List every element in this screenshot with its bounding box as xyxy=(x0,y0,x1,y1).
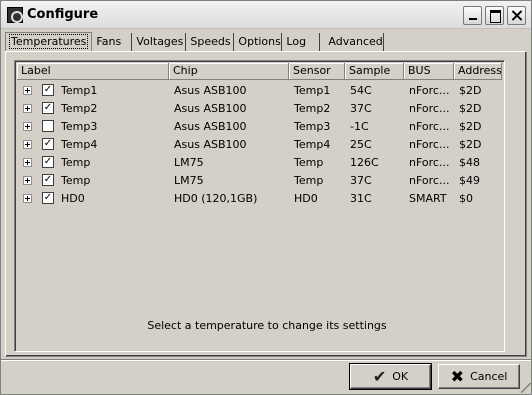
cell-sensor: Temp xyxy=(294,155,324,169)
cell-label: Temp3 xyxy=(61,119,98,133)
column-header-bus[interactable]: BUS xyxy=(404,63,454,80)
cross-icon: ✖ xyxy=(450,366,465,386)
table-row[interactable]: ✓ HD0 HD0 (120,1GB) HD0 31C SMART $0 xyxy=(17,189,504,207)
close-button[interactable] xyxy=(507,6,526,25)
cell-label: Temp4 xyxy=(61,137,98,151)
maximize-button[interactable] xyxy=(485,6,504,25)
cell-chip: Asus ASB100 xyxy=(174,137,247,151)
cell-sample: 25C xyxy=(350,137,372,151)
window-title: Configure xyxy=(27,7,99,22)
table-row[interactable]: ✓ Temp2 Asus ASB100 Temp2 37C nForc... $2D xyxy=(17,99,504,117)
divider xyxy=(1,359,531,360)
enable-checkbox[interactable]: ✓ xyxy=(42,84,54,96)
tab-strip: Temperatures Fans Voltages Speeds Option… xyxy=(5,31,385,52)
expand-icon[interactable] xyxy=(23,158,32,167)
hint-text: Select a temperature to change its setti… xyxy=(147,319,387,332)
cell-chip: Asus ASB100 xyxy=(174,119,247,133)
cell-sensor: Temp4 xyxy=(294,137,331,151)
cell-bus: nForc... xyxy=(409,137,450,151)
tab-temperatures[interactable]: Temperatures xyxy=(5,32,93,52)
enable-checkbox[interactable]: ✓ xyxy=(42,192,54,204)
temperatures-panel: Label Chip Sensor Sample BUS Address ✓ Te… xyxy=(5,51,527,357)
cell-chip: HD0 (120,1GB) xyxy=(174,191,258,205)
tab-fans[interactable]: Fans xyxy=(92,33,133,51)
cell-bus: nForc... xyxy=(409,83,450,97)
expand-icon[interactable] xyxy=(23,140,32,149)
expand-icon[interactable] xyxy=(23,194,32,203)
table-row[interactable]: ✓ Temp4 Asus ASB100 Temp4 25C nForc... $2D xyxy=(17,135,504,153)
cell-chip: LM75 xyxy=(174,155,204,169)
list-rows: ✓ Temp1 Asus ASB100 Temp1 54C nForc... $2D ✓ Tem… xyxy=(17,81,504,207)
cell-sample: 54C xyxy=(350,83,372,97)
tab-log[interactable]: Log xyxy=(282,33,321,51)
cell-sensor: Temp xyxy=(294,173,324,187)
cell-chip: LM75 xyxy=(174,173,204,187)
enable-checkbox[interactable]: ✓ xyxy=(42,102,54,114)
app-icon[interactable] xyxy=(7,7,23,23)
tab-speeds[interactable]: Speeds xyxy=(186,33,235,51)
column-header-sample[interactable]: Sample xyxy=(345,63,404,80)
table-row[interactable]: ✓ Temp1 Asus ASB100 Temp1 54C nForc... $2D xyxy=(17,81,504,99)
cell-sensor: Temp2 xyxy=(294,101,331,115)
cell-label: HD0 xyxy=(61,191,85,205)
minimize-button[interactable] xyxy=(463,6,482,25)
cell-label: Temp xyxy=(61,155,91,169)
cell-address: $48 xyxy=(459,155,480,169)
cell-address: $2D xyxy=(459,137,482,151)
cell-sample: 37C xyxy=(350,101,372,115)
cancel-button[interactable]: ✖ Cancel xyxy=(438,364,520,389)
cell-sensor: HD0 xyxy=(294,191,318,205)
cell-bus: nForc... xyxy=(409,173,450,187)
cell-label: Temp1 xyxy=(61,83,98,97)
resize-grip[interactable] xyxy=(521,383,531,393)
enable-checkbox[interactable]: ✓ xyxy=(42,156,54,168)
temperature-list[interactable]: Label Chip Sensor Sample BUS Address ✓ Te… xyxy=(14,60,505,352)
cell-address: $2D xyxy=(459,83,482,97)
cancel-label: Cancel xyxy=(470,370,508,383)
title-bar[interactable]: Configure xyxy=(1,1,531,29)
expand-icon[interactable] xyxy=(23,86,32,95)
enable-checkbox[interactable]: ✓ xyxy=(42,138,54,150)
cell-bus: nForc... xyxy=(409,101,450,115)
cell-sample: -1C xyxy=(350,119,369,133)
cell-bus: nForc... xyxy=(409,119,450,133)
column-header-label[interactable]: Label xyxy=(17,63,169,80)
table-row[interactable]: ✓ Temp LM75 Temp 126C nForc... $48 xyxy=(17,153,504,171)
cell-address: $0 xyxy=(459,191,473,205)
enable-checkbox[interactable]: ✓ xyxy=(42,174,54,186)
cell-chip: Asus ASB100 xyxy=(174,101,247,115)
table-row[interactable]: ✓ Temp LM75 Temp 37C nForc... $49 xyxy=(17,171,504,189)
cell-address: $2D xyxy=(459,119,482,133)
cell-chip: Asus ASB100 xyxy=(174,83,247,97)
tab-voltages[interactable]: Voltages xyxy=(132,33,187,51)
expand-icon[interactable] xyxy=(23,176,32,185)
tab-options[interactable]: Options xyxy=(234,33,283,51)
cell-label: Temp2 xyxy=(61,101,98,115)
column-header-sensor[interactable]: Sensor xyxy=(289,63,345,80)
list-header: Label Chip Sensor Sample BUS Address xyxy=(17,63,502,80)
table-row[interactable]: Temp3 Asus ASB100 Temp3 -1C nForc... $2D xyxy=(17,117,504,135)
cell-label: Temp xyxy=(61,173,91,187)
cell-sensor: Temp1 xyxy=(294,83,331,97)
cell-sample: 126C xyxy=(350,155,379,169)
cell-sample: 31C xyxy=(350,191,372,205)
cell-address: $49 xyxy=(459,173,480,187)
checkmark-icon: ✔ xyxy=(372,366,387,386)
cell-bus: nForc... xyxy=(409,155,450,169)
column-header-chip[interactable]: Chip xyxy=(169,63,289,80)
cell-sample: 37C xyxy=(350,173,372,187)
ok-button[interactable]: ✔ OK xyxy=(349,363,432,390)
configure-window: Configure Temperatures Fans Voltages Spe… xyxy=(0,0,532,395)
enable-checkbox[interactable] xyxy=(42,120,54,132)
cell-bus: SMART xyxy=(409,191,447,205)
cell-sensor: Temp3 xyxy=(294,119,331,133)
tab-advanced[interactable]: Advanced xyxy=(324,33,385,51)
cell-address: $2D xyxy=(459,101,482,115)
column-header-address[interactable]: Address xyxy=(454,63,502,80)
expand-icon[interactable] xyxy=(23,104,32,113)
ok-label: OK xyxy=(392,370,409,383)
expand-icon[interactable] xyxy=(23,122,32,131)
